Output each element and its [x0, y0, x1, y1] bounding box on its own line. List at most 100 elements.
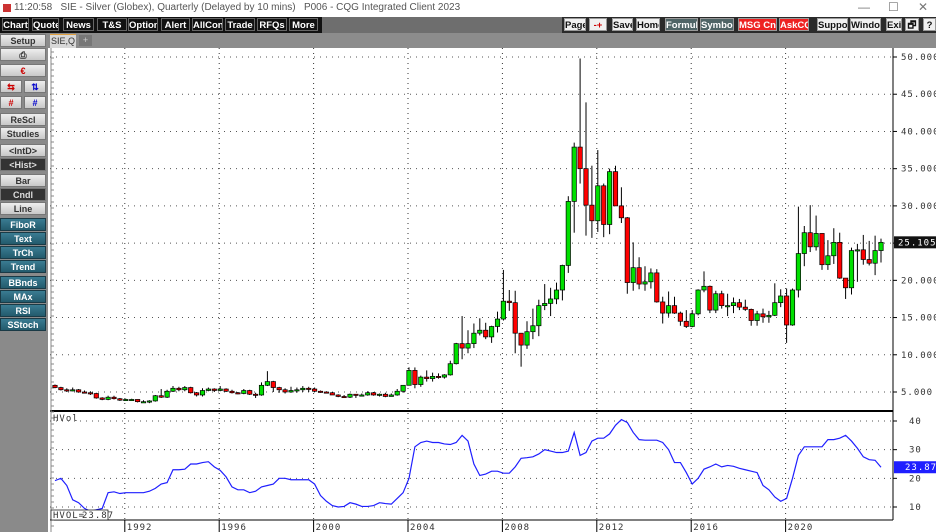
sidebar-cndl-button[interactable]: Cndl — [0, 188, 46, 201]
candle-up — [825, 255, 831, 266]
add-tab-button[interactable]: + — [79, 35, 92, 46]
candle-down — [837, 242, 843, 279]
toolbar-window-button[interactable]: Window — [850, 18, 881, 31]
candle-down — [176, 387, 182, 391]
sidebar-line-button[interactable]: Line — [0, 202, 46, 215]
toolbar-save-button[interactable]: Save — [612, 18, 633, 31]
candle-up — [701, 285, 707, 291]
sidebar-sstoch-button[interactable]: SStoch — [0, 318, 46, 331]
toolbar-news-button[interactable]: News — [63, 18, 94, 31]
candle-up — [105, 396, 111, 400]
sidebar-studies-button[interactable]: Studies — [0, 127, 46, 140]
candle-down — [81, 391, 88, 394]
grid-icon[interactable]: # — [0, 96, 22, 109]
candle-down — [459, 343, 465, 349]
year-label: 1992 — [127, 523, 153, 532]
candle-down — [76, 389, 82, 393]
toolbar-more-button[interactable]: More — [289, 18, 318, 31]
grid-alt-icon[interactable]: # — [24, 96, 46, 109]
toolbar-symbols-button[interactable]: Symbols — [700, 18, 734, 31]
candle-down — [636, 267, 642, 285]
toolbar-chart-button[interactable]: Chart — [2, 18, 29, 31]
candle-up — [713, 293, 719, 311]
candle-up — [524, 331, 530, 346]
toolbar-quote-button[interactable]: Quote — [32, 18, 59, 31]
toolbar-ask-cqg-button[interactable]: AskCQG — [779, 18, 809, 31]
toolbar-t-s-button[interactable]: T&S — [97, 18, 127, 31]
candle-down — [742, 306, 748, 310]
print-icon[interactable]: ⎙ — [0, 48, 46, 61]
tab-sie-q[interactable]: SIE,Q — [50, 34, 76, 48]
price-axis-label: 15.000 — [901, 314, 936, 324]
toolbar-support-button[interactable]: Support — [817, 18, 848, 31]
sidebar-intd-button[interactable]: <IntD> — [0, 144, 46, 157]
sidebar-fibor-button[interactable]: FiboR — [0, 218, 46, 231]
candle-up — [170, 387, 176, 392]
candle-up — [772, 302, 778, 316]
candle-up — [418, 376, 424, 385]
hvol-axis-label: 10 — [909, 503, 922, 513]
candle-down — [677, 312, 683, 322]
candle-down — [589, 204, 595, 222]
toolbar-restore-button[interactable]: 🗗 — [905, 18, 919, 31]
toolbar-rfqs-button[interactable]: RFQs — [257, 18, 287, 31]
candle-up — [789, 289, 796, 326]
minimize-button[interactable]: — — [858, 0, 870, 14]
candle-up — [205, 388, 211, 391]
candle-down — [135, 399, 141, 403]
sidebar-bbnds-button[interactable]: BBnds — [0, 276, 46, 289]
candle-up — [146, 400, 152, 403]
price-axis-label: 35.000 — [901, 165, 936, 175]
toolbar-left-group: ChartQuote NewsT&SOptionsAlertAllConTrade… — [0, 17, 322, 33]
candle-up — [241, 390, 247, 394]
sidebar-hist-button[interactable]: <Hist> — [0, 158, 46, 171]
candle-down — [736, 302, 742, 308]
year-label: 2016 — [693, 523, 719, 532]
sidebar-rescl-button[interactable]: ReScl — [0, 113, 46, 126]
sidebar-trend-button[interactable]: Trend — [0, 260, 46, 273]
candle-up — [70, 389, 76, 392]
title-bar: 11:20:58 SIE - Silver (Globex), Quarterl… — [0, 0, 936, 17]
candle-down — [371, 392, 377, 396]
candle-down — [424, 376, 430, 379]
candle-down — [158, 395, 164, 398]
toolbar-options-button[interactable]: Options — [128, 18, 158, 31]
toolbar-formula-button[interactable]: Formula — [665, 18, 698, 31]
candle-up — [489, 326, 495, 338]
toolbar-exit-button[interactable]: Exit — [886, 18, 902, 31]
candle-down — [707, 285, 713, 311]
candle-up — [695, 289, 701, 315]
toolbar-add-remove-button[interactable]: -+ — [589, 18, 607, 31]
candle-down — [483, 329, 489, 338]
candle-down — [93, 393, 99, 399]
hvol-axis-label: 30 — [909, 446, 922, 456]
swap-vertical-icon[interactable]: ⇅ — [24, 80, 46, 93]
candle-down — [435, 376, 442, 378]
candle-up — [394, 390, 400, 396]
candle-up — [648, 272, 654, 283]
swap-horizontal-icon[interactable]: ⇆ — [0, 80, 22, 93]
toolbar-allcon-button[interactable]: AllCon — [192, 18, 223, 31]
toolbar-alert-button[interactable]: Alert — [161, 18, 190, 31]
toolbar-home-button[interactable]: Home — [636, 18, 660, 31]
toolbar-trade-button[interactable]: Trade — [225, 18, 255, 31]
candle-down — [117, 398, 123, 401]
toolbar-page-button[interactable]: Page — [564, 18, 586, 31]
candle-up — [813, 233, 819, 248]
toolbar-msg-center-button[interactable]: MSG Cntr — [738, 18, 777, 31]
candle-down — [512, 302, 518, 334]
setup-button[interactable]: Setup — [0, 34, 46, 47]
sidebar-rsi-button[interactable]: RSI — [0, 304, 46, 317]
candle-down — [270, 381, 276, 388]
candle-up — [288, 390, 294, 393]
toolbar-help-button[interactable]: ? — [923, 18, 936, 31]
candle-up — [725, 305, 731, 308]
sidebar-max-button[interactable]: MAx — [0, 290, 46, 303]
close-button[interactable]: ✕ — [918, 0, 928, 14]
euro-icon[interactable]: € — [0, 64, 46, 77]
sidebar-bar-button[interactable]: Bar — [0, 174, 46, 187]
sidebar-text-button[interactable]: Text — [0, 232, 46, 245]
maximize-button[interactable]: ☐ — [888, 0, 899, 14]
candle-up — [689, 313, 695, 327]
sidebar-trch-button[interactable]: TrCh — [0, 246, 46, 259]
